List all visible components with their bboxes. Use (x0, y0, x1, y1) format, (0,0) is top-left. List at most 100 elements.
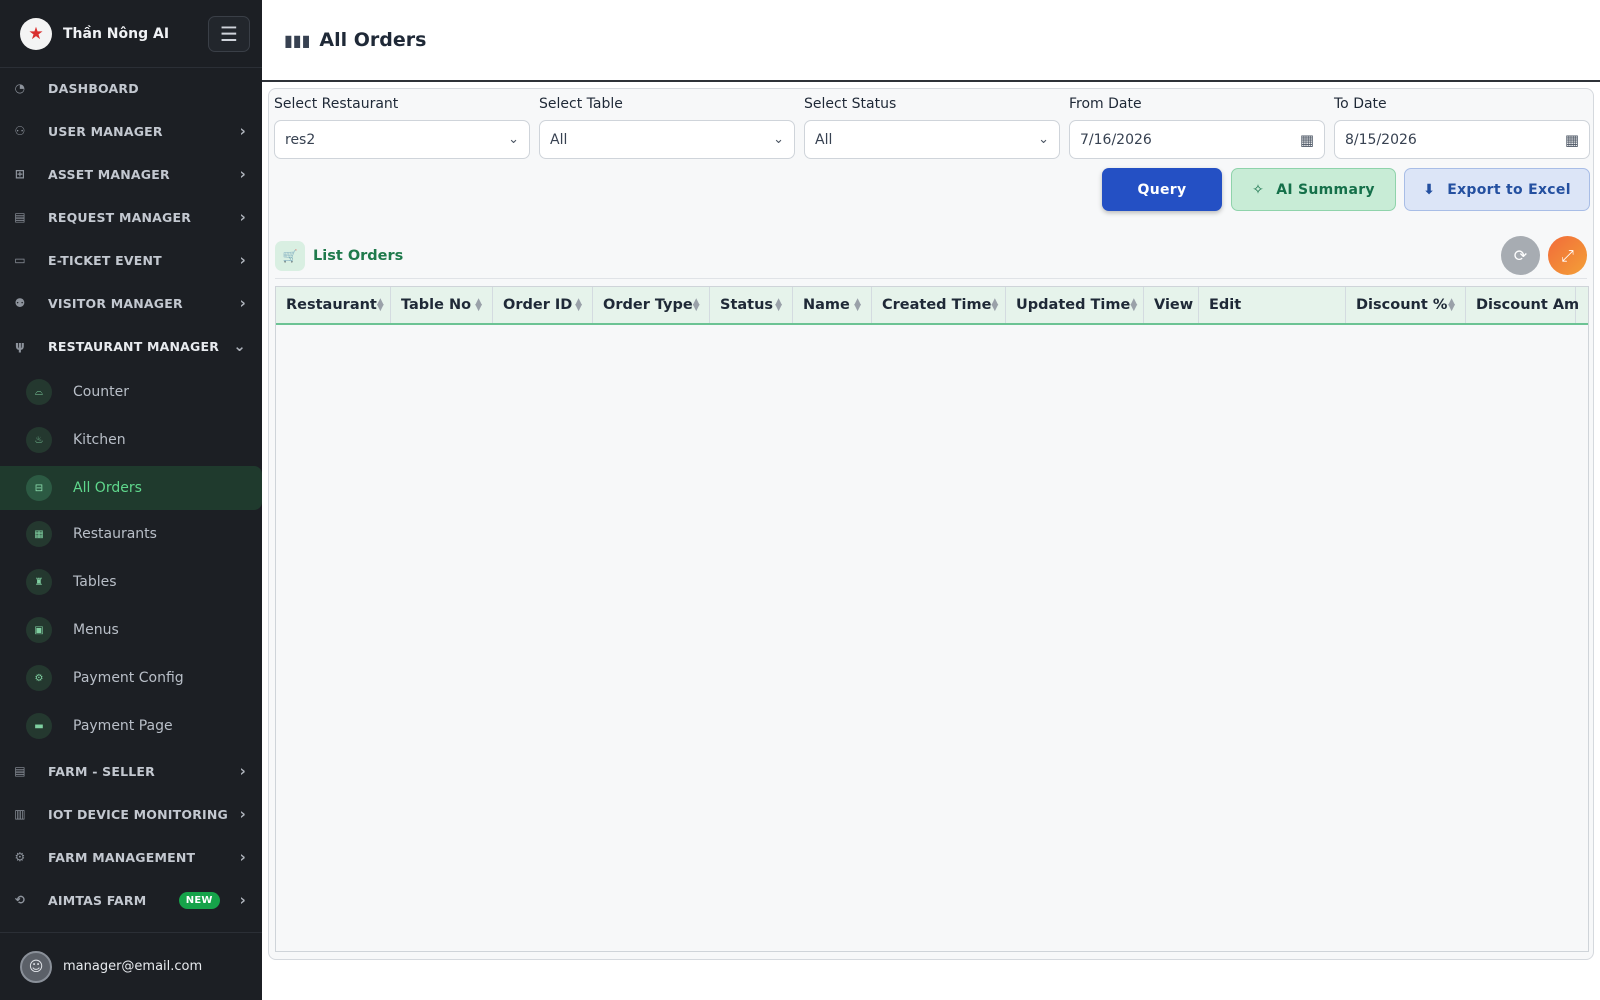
filter-label: Select Status (804, 96, 897, 112)
column-header[interactable]: Order Type ▲ ▼ (593, 287, 710, 323)
sidebar-item-dashboard[interactable]: ◔ DASHBOARD (0, 67, 262, 109)
sidebar-subitem-tables[interactable]: ♜ Tables (0, 560, 262, 604)
sidebar-subitem-payment-page[interactable]: ▬ Payment Page (0, 704, 262, 748)
chevron-right-icon: › (239, 251, 246, 269)
expand-icon: ⤢ (1561, 245, 1574, 265)
sort-icon[interactable]: ▲ ▼ (575, 298, 582, 313)
sort-icon[interactable]: ▲ ▼ (775, 298, 782, 313)
sidebar-item-aimtas-farm[interactable]: ⟲ AIMTAS FARM NEW › (0, 879, 262, 921)
kitchen-icon: ♨ (26, 427, 52, 453)
chevron-down-icon: ⌄ (1038, 132, 1049, 147)
utensils-icon: ψ (15, 339, 25, 353)
chevron-right-icon: › (239, 848, 246, 866)
column-label: View (1154, 297, 1194, 313)
download-icon: ⬇ (1423, 181, 1436, 198)
column-header[interactable]: Order ID ▲ ▼ (493, 287, 593, 323)
column-header: Edit (1199, 287, 1346, 323)
sort-icon[interactable]: ▲ ▼ (1130, 298, 1137, 313)
magic-wand-icon: ✧ (1252, 181, 1265, 198)
new-badge: NEW (178, 891, 220, 909)
filter-from-date: From Date 7/16/2026 ▦ (1069, 96, 1325, 159)
column-header[interactable]: Status ▲ ▼ (710, 287, 793, 323)
sidebar-subitem-payment-config[interactable]: ⚙ Payment Config (0, 656, 262, 700)
filter-to-date: To Date 8/15/2026 ▦ (1334, 96, 1590, 159)
column-header[interactable]: Created Time ▲ ▼ (872, 287, 1006, 323)
aimtas-icon: ⟲ (14, 893, 26, 907)
brand-name: Thần Nông AI (63, 25, 170, 42)
sort-icon[interactable]: ▲ ▼ (693, 298, 700, 313)
users-icon: ⚇ (14, 124, 26, 138)
expand-button[interactable]: ⤢ (1548, 236, 1587, 275)
table-select[interactable]: All ⌄ (539, 120, 795, 159)
sidebar-subitem-menus[interactable]: ▣ Menus (0, 608, 262, 652)
column-header[interactable]: Name ▲ ▼ (793, 287, 872, 323)
refresh-button[interactable]: ⟳ (1501, 236, 1540, 275)
restaurant-select[interactable]: res2 ⌄ (274, 120, 530, 159)
sort-icon[interactable]: ▲ ▼ (1448, 298, 1455, 313)
column-header[interactable]: Updated Time ▲ ▼ (1006, 287, 1144, 323)
column-label: Restaurant (286, 297, 377, 313)
chevron-right-icon: › (239, 805, 246, 823)
sidebar-item-farm-management[interactable]: ⚙ FARM MANAGEMENT › (0, 836, 262, 878)
filter-table: Select Table All ⌄ (539, 96, 795, 159)
counter-icon: ⌓ (26, 379, 52, 405)
sort-icon[interactable]: ▲ ▼ (475, 298, 482, 313)
status-select[interactable]: All ⌄ (804, 120, 1060, 159)
column-header[interactable]: Table No ▲ ▼ (391, 287, 493, 323)
chevron-down-icon: ⌄ (773, 132, 784, 147)
ai-summary-button[interactable]: ✧ AI Summary (1231, 168, 1396, 211)
sidebar-item-iot-device-monitoring[interactable]: ▥ IOT DEVICE MONITORING › (0, 793, 262, 835)
sidebar-subitem-kitchen[interactable]: ♨ Kitchen (0, 418, 262, 462)
calendar-icon[interactable]: ▦ (1300, 131, 1314, 149)
sidebar-item-asset-manager[interactable]: ⊞ ASSET MANAGER › (0, 153, 262, 195)
sidebar-subitem-restaurants[interactable]: ▦ Restaurants (0, 512, 262, 556)
orders-icon: ⊟ (26, 475, 52, 501)
sidebar-item-restaurant-manager[interactable]: ψ RESTAURANT MANAGER ⌄ (0, 325, 262, 367)
page-title: All Orders (319, 29, 427, 51)
menu-book-icon: ▣ (26, 617, 52, 643)
payment-config-icon: ⚙ (26, 665, 52, 691)
sidebar-item-e-ticket-event[interactable]: ▭ E-TICKET EVENT › (0, 239, 262, 281)
brand-header: ★ Thần Nông AI ☰ (0, 0, 262, 68)
page-header: ▮▮▮ All Orders (262, 0, 1600, 82)
sidebar: ★ Thần Nông AI ☰ ◔ DASHBOARD ⚇ USER MANA… (0, 0, 262, 1000)
farm-seller-icon: ▤ (14, 764, 26, 778)
from-date-input[interactable]: 7/16/2026 ▦ (1069, 120, 1325, 159)
filter-restaurant: Select Restaurant res2 ⌄ (274, 96, 530, 159)
user-profile[interactable]: ☺ manager@email.com (0, 932, 262, 1000)
dashboard-icon: ◔ (14, 81, 26, 95)
column-header[interactable]: Discount % ▲ ▼ (1346, 287, 1466, 323)
to-date-input[interactable]: 8/15/2026 ▦ (1334, 120, 1590, 159)
sidebar-item-user-manager[interactable]: ⚇ USER MANAGER › (0, 110, 262, 152)
table-header: Restaurant ▲ ▼ Table No ▲ ▼ Order ID ▲ ▼ Order Ty… (276, 287, 1588, 325)
sidebar-subitem-counter[interactable]: ⌓ Counter (0, 370, 262, 414)
filter-label: Select Restaurant (274, 96, 399, 112)
asset-icon: ⊞ (14, 167, 26, 181)
column-header[interactable]: Restaurant ▲ ▼ (276, 287, 391, 323)
sort-icon[interactable]: ▲ ▼ (377, 298, 384, 313)
sidebar-item-request-manager[interactable]: ▤ REQUEST MANAGER › (0, 196, 262, 238)
list-orders-header: 🛒 List Orders ⟳ ⤢ (275, 233, 1587, 279)
sort-icon[interactable]: ▲ ▼ (991, 298, 998, 313)
sidebar-item-visitor-manager[interactable]: ⚉ VISITOR MANAGER › (0, 282, 262, 324)
sidebar-subitem-all-orders[interactable]: ⊟ All Orders (0, 466, 262, 510)
visitors-icon: ⚉ (14, 296, 26, 310)
cart-icon: 🛒 (275, 240, 305, 271)
hamburger-icon[interactable]: ☰ (208, 15, 250, 52)
orders-table: Restaurant ▲ ▼ Table No ▲ ▼ Order ID ▲ ▼ Order Ty… (275, 286, 1589, 952)
query-button[interactable]: Query (1102, 168, 1222, 211)
column-label: Edit (1209, 297, 1242, 313)
sort-icon[interactable]: ▲ ▼ (854, 298, 861, 313)
calendar-icon[interactable]: ▦ (1565, 131, 1579, 149)
ticket-icon: ▭ (14, 253, 26, 267)
sidebar-item-farm-seller[interactable]: ▤ FARM - SELLER › (0, 750, 262, 792)
export-excel-button[interactable]: ⬇ Export to Excel (1404, 168, 1590, 211)
filter-label: From Date (1069, 96, 1142, 112)
user-email: manager@email.com (63, 959, 203, 974)
column-label: Discount Am (1476, 297, 1580, 313)
column-label: Status (720, 297, 774, 313)
filter-label: To Date (1334, 96, 1387, 112)
refresh-icon: ⟳ (1513, 246, 1528, 265)
column-label: Order Type (603, 297, 693, 313)
column-label: Order ID (503, 297, 573, 313)
